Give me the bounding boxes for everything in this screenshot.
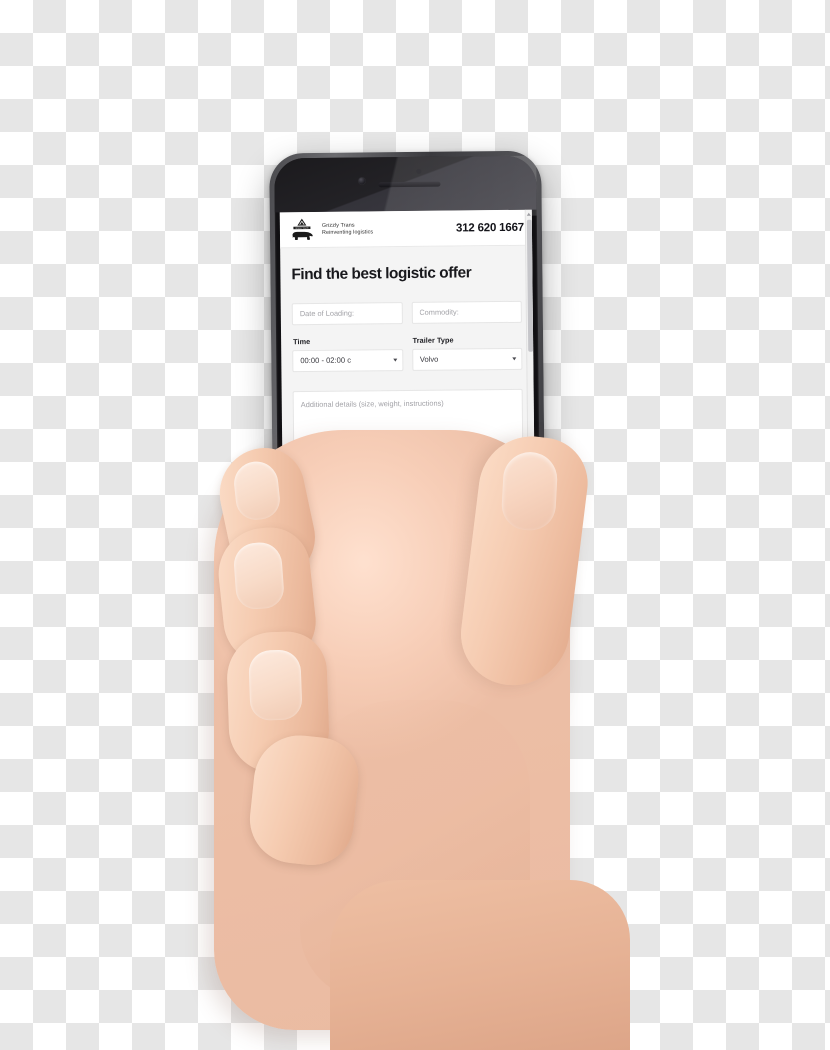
field-origin-state bbox=[293, 492, 405, 516]
scene-stage: GRIZZLY TRANS Grizzly Trans Reinventing … bbox=[0, 0, 830, 1050]
field-additional-details bbox=[292, 388, 524, 472]
origin-state-input[interactable] bbox=[293, 492, 405, 516]
phone-screen: GRIZZLY TRANS Grizzly Trans Reinventing … bbox=[279, 209, 537, 648]
row-date-commodity bbox=[291, 300, 522, 325]
site-header: GRIZZLY TRANS Grizzly Trans Reinventing … bbox=[279, 209, 533, 249]
additional-details-textarea[interactable] bbox=[292, 388, 524, 467]
row-origin-destination-state bbox=[293, 491, 524, 516]
date-of-loading-input[interactable] bbox=[291, 301, 403, 325]
trailer-type-select[interactable]: Volvo bbox=[411, 347, 523, 371]
field-destination-state bbox=[413, 491, 524, 515]
field-trailer-type: Trailer Type Volvo bbox=[411, 332, 523, 371]
brand[interactable]: GRIZZLY TRANS Grizzly Trans Reinventing … bbox=[289, 216, 374, 243]
trailer-type-select-wrap: Volvo bbox=[411, 347, 523, 371]
brand-text: Grizzly Trans Reinventing logistics bbox=[322, 222, 373, 236]
header-phone-number[interactable]: 312 620 1667 bbox=[456, 221, 524, 234]
proximity-sensor-icon bbox=[416, 168, 422, 174]
field-destination-city bbox=[413, 532, 525, 556]
commodity-input[interactable] bbox=[411, 300, 522, 324]
phone-body: GRIZZLY TRANS Grizzly Trans Reinventing … bbox=[274, 155, 542, 697]
time-select-wrap: 00:00 - 02:00 c bbox=[292, 348, 403, 372]
earpiece-speaker-icon bbox=[378, 181, 441, 188]
smartphone-device: GRIZZLY TRANS Grizzly Trans Reinventing … bbox=[269, 150, 547, 702]
trailer-type-label: Trailer Type bbox=[412, 335, 454, 345]
knuckles-shading bbox=[300, 700, 530, 1000]
page-body: Find the best logistic offer Time bbox=[280, 246, 536, 602]
destination-city-input[interactable] bbox=[413, 532, 525, 556]
phone-bottom-bezel bbox=[279, 634, 542, 697]
field-time: Time 00:00 - 02:00 c bbox=[292, 333, 403, 372]
time-select[interactable]: 00:00 - 02:00 c bbox=[292, 348, 403, 372]
brand-tagline: Reinventing logistics bbox=[321, 228, 374, 236]
grizzly-bear-logo-icon: GRIZZLY TRANS bbox=[289, 216, 315, 242]
little-finger bbox=[245, 730, 363, 870]
row-origin-destination-city bbox=[294, 532, 525, 557]
wrist bbox=[330, 880, 630, 1050]
destination-state-input[interactable] bbox=[413, 491, 524, 515]
field-commodity bbox=[411, 300, 522, 324]
front-camera-icon bbox=[358, 177, 366, 185]
time-label: Time bbox=[293, 336, 311, 346]
field-date-of-loading bbox=[291, 301, 403, 325]
origin-city-input[interactable] bbox=[294, 533, 405, 557]
phone-top-bezel bbox=[274, 155, 537, 213]
row-time-trailer: Time 00:00 - 02:00 c Trailer Type Volvo bbox=[292, 332, 523, 372]
page-title: Find the best logistic offer bbox=[291, 264, 472, 284]
scroll-up-arrow-icon[interactable] bbox=[526, 212, 531, 216]
scrollbar-thumb[interactable] bbox=[526, 219, 534, 352]
field-origin-city bbox=[294, 533, 405, 557]
search-button[interactable]: SEARCH bbox=[294, 575, 378, 602]
